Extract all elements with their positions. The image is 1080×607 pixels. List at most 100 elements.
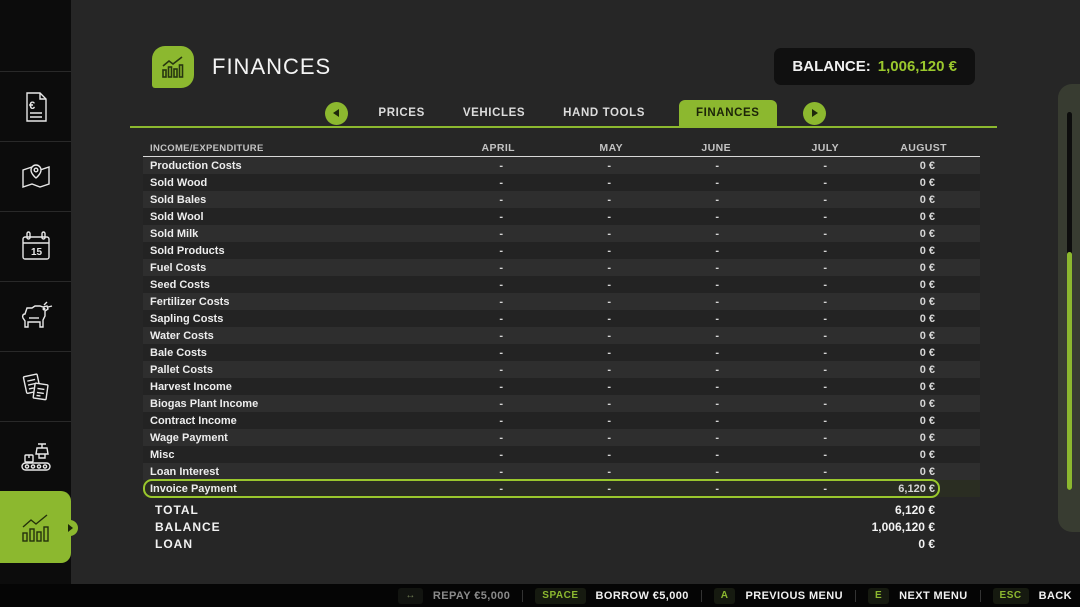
key-badge: ESC — [993, 588, 1029, 604]
row-label: Sold Milk — [143, 228, 395, 240]
table-row-fuel-costs[interactable]: Fuel Costs----0 € — [143, 259, 980, 276]
row-value: 0 € — [827, 347, 935, 359]
table-body: Production Costs----0 €Sold Wood----0 €S… — [143, 157, 980, 497]
row-value: - — [611, 415, 719, 427]
table-row-fertilizer-costs[interactable]: Fertilizer Costs----0 € — [143, 293, 980, 310]
column-header-income-expenditure: INCOME/EXPENDITURE — [143, 143, 407, 154]
finances-table: INCOME/EXPENDITURE APRIL MAY JUNE JULY A… — [143, 140, 980, 497]
row-value: - — [611, 381, 719, 393]
scrollbar[interactable] — [1058, 84, 1080, 532]
tab-finances[interactable]: FINANCES — [679, 100, 777, 127]
table-row-pallet-costs[interactable]: Pallet Costs----0 € — [143, 361, 980, 378]
summary-label: LOAN — [143, 537, 918, 551]
row-value: - — [611, 279, 719, 291]
row-value: - — [719, 279, 827, 291]
table-row-sold-bales[interactable]: Sold Bales----0 € — [143, 191, 980, 208]
tabs-next-button[interactable] — [803, 102, 826, 125]
row-value: - — [503, 296, 611, 308]
row-value: - — [395, 194, 503, 206]
row-value: 6,120 € — [827, 483, 935, 495]
key-badge: A — [714, 588, 736, 604]
table-row-production-costs[interactable]: Production Costs----0 € — [143, 157, 980, 174]
table-row-sold-products[interactable]: Sold Products----0 € — [143, 242, 980, 259]
tab-hand-tools[interactable]: HAND TOOLS — [559, 107, 649, 127]
summary-row-total: TOTAL6,120 € — [143, 501, 980, 518]
row-value: 0 € — [827, 398, 935, 410]
action-back[interactable]: ESC BACK — [993, 588, 1072, 604]
row-value: - — [611, 177, 719, 189]
table-row-sold-milk[interactable]: Sold Milk----0 € — [143, 225, 980, 242]
row-value: 0 € — [827, 313, 935, 325]
table-row-sapling-costs[interactable]: Sapling Costs----0 € — [143, 310, 980, 327]
row-label: Misc — [143, 449, 395, 461]
row-label: Sapling Costs — [143, 313, 395, 325]
table-row-sold-wood[interactable]: Sold Wood----0 € — [143, 174, 980, 191]
row-value: - — [719, 194, 827, 206]
sidebar-item-calendar[interactable]: 15 — [0, 211, 71, 281]
row-value: - — [611, 330, 719, 342]
scrollbar-progress — [1067, 252, 1072, 490]
sidebar-item-contracts[interactable] — [0, 351, 71, 421]
row-value: 0 € — [827, 194, 935, 206]
key-badge: ↔ — [398, 588, 423, 604]
action-label: BACK — [1039, 590, 1072, 602]
row-label: Fertilizer Costs — [143, 296, 395, 308]
row-value: - — [395, 432, 503, 444]
action-label: PREVIOUS MENU — [745, 590, 843, 602]
table-row-invoice-payment[interactable]: Invoice Payment----6,120 € — [143, 480, 980, 497]
row-value: - — [611, 194, 719, 206]
table-row-sold-wool[interactable]: Sold Wool----0 € — [143, 208, 980, 225]
row-value: - — [611, 296, 719, 308]
row-value: - — [611, 432, 719, 444]
action-repay-5-000[interactable]: ↔REPAY €5,000 — [398, 588, 510, 604]
row-label: Fuel Costs — [143, 262, 395, 274]
row-value: - — [719, 483, 827, 495]
sidebar-item-finances[interactable] — [0, 491, 71, 563]
action-previous-menu[interactable]: A PREVIOUS MENU — [714, 588, 843, 604]
row-value: 0 € — [827, 160, 935, 172]
table-row-seed-costs[interactable]: Seed Costs----0 € — [143, 276, 980, 293]
table-row-contract-income[interactable]: Contract Income----0 € — [143, 412, 980, 429]
sidebar-item-animals[interactable] — [0, 281, 71, 351]
row-label: Biogas Plant Income — [143, 398, 395, 410]
action-borrow-5-000[interactable]: SPACEBORROW €5,000 — [535, 588, 688, 604]
row-value: - — [395, 296, 503, 308]
row-value: - — [395, 313, 503, 325]
contracts-icon — [17, 368, 55, 406]
tab-vehicles[interactable]: VEHICLES — [459, 107, 529, 127]
table-row-harvest-income[interactable]: Harvest Income----0 € — [143, 378, 980, 395]
row-value: - — [719, 449, 827, 461]
row-value: - — [611, 245, 719, 257]
row-value: - — [503, 262, 611, 274]
tab-prices[interactable]: PRICES — [374, 107, 428, 127]
table-row-water-costs[interactable]: Water Costs----0 € — [143, 327, 980, 344]
action-next-menu[interactable]: ENEXT MENU — [868, 588, 968, 604]
row-value: - — [503, 313, 611, 325]
row-value: - — [395, 449, 503, 461]
row-value: 0 € — [827, 211, 935, 223]
table-row-misc[interactable]: Misc----0 € — [143, 446, 980, 463]
row-label: Contract Income — [143, 415, 395, 427]
table-row-biogas-plant-income[interactable]: Biogas Plant Income----0 € — [143, 395, 980, 412]
table-row-loan-interest[interactable]: Loan Interest----0 € — [143, 463, 980, 480]
map-icon — [17, 158, 55, 196]
row-value: - — [395, 330, 503, 342]
calendar-icon: 15 — [17, 228, 55, 266]
row-value: - — [503, 228, 611, 240]
row-value: - — [395, 466, 503, 478]
table-row-wage-payment[interactable]: Wage Payment----0 € — [143, 429, 980, 446]
table-row-bale-costs[interactable]: Bale Costs----0 € — [143, 344, 980, 361]
row-value: 0 € — [827, 245, 935, 257]
sidebar-item-map[interactable] — [0, 141, 71, 211]
tabs-prev-button[interactable] — [325, 102, 348, 125]
row-value: - — [395, 228, 503, 240]
row-value: 0 € — [827, 262, 935, 274]
row-value: - — [395, 483, 503, 495]
row-label: Seed Costs — [143, 279, 395, 291]
row-label: Sold Bales — [143, 194, 395, 206]
sidebar-item-production[interactable] — [0, 421, 71, 491]
tabs-bar: PRICES VEHICLES HAND TOOLS FINANCES — [71, 99, 1080, 127]
page-header: FINANCES — [152, 46, 331, 88]
sidebar-item-invoices[interactable]: € — [0, 71, 71, 141]
summary-label: TOTAL — [143, 503, 895, 517]
